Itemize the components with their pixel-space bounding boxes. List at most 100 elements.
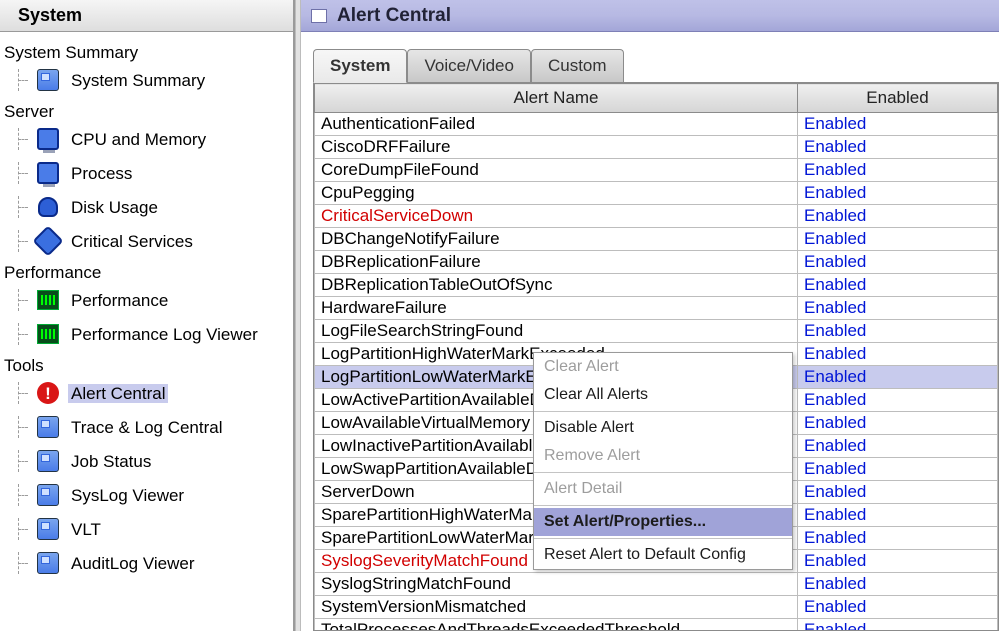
alert-enabled-cell[interactable]: Enabled: [798, 550, 998, 573]
main-panel: Alert Central SystemVoice/VideoCustom Al…: [301, 0, 999, 631]
alert-enabled-cell[interactable]: Enabled: [798, 136, 998, 159]
enabled-link[interactable]: Enabled: [804, 160, 866, 179]
alert-enabled-cell[interactable]: Enabled: [798, 458, 998, 481]
tab-custom[interactable]: Custom: [531, 49, 624, 82]
alert-name-cell: DBReplicationFailure: [315, 251, 798, 274]
srvstack-icon: [34, 550, 62, 576]
enabled-link[interactable]: Enabled: [804, 206, 866, 225]
table-row[interactable]: CoreDumpFileFoundEnabled: [315, 159, 998, 182]
tree-item-trace-log-central[interactable]: Trace & Log Central: [2, 410, 291, 444]
table-row[interactable]: CiscoDRFFailureEnabled: [315, 136, 998, 159]
table-row[interactable]: DBReplicationFailure Enabled: [315, 251, 998, 274]
enabled-link[interactable]: Enabled: [804, 436, 866, 455]
enabled-link[interactable]: Enabled: [804, 459, 866, 478]
enabled-link[interactable]: Enabled: [804, 620, 866, 631]
table-row[interactable]: TotalProcessesAndThreadsExceededThreshol…: [315, 619, 998, 631]
table-row[interactable]: HardwareFailureEnabled: [315, 297, 998, 320]
context-menu-item[interactable]: Set Alert/Properties...: [534, 508, 792, 536]
table-row[interactable]: SystemVersionMismatchedEnabled: [315, 596, 998, 619]
enabled-link[interactable]: Enabled: [804, 528, 866, 547]
col-header-enabled[interactable]: Enabled: [798, 84, 998, 113]
tree-item-vlt[interactable]: VLT: [2, 512, 291, 546]
context-menu-item[interactable]: Clear All Alerts: [534, 381, 792, 409]
table-row[interactable]: CpuPeggingEnabled: [315, 182, 998, 205]
table-row[interactable]: DBChangeNotifyFailureEnabled: [315, 228, 998, 251]
enabled-link[interactable]: Enabled: [804, 321, 866, 340]
alert-enabled-cell[interactable]: Enabled: [798, 412, 998, 435]
enabled-link[interactable]: Enabled: [804, 298, 866, 317]
tab-system[interactable]: System: [313, 49, 407, 83]
alert-enabled-cell[interactable]: Enabled: [798, 297, 998, 320]
alert-enabled-cell[interactable]: Enabled: [798, 366, 998, 389]
alert-enabled-cell[interactable]: Enabled: [798, 435, 998, 458]
alert-enabled-cell[interactable]: Enabled: [798, 573, 998, 596]
tree-item-disk-usage[interactable]: Disk Usage: [2, 190, 291, 224]
alert-enabled-cell[interactable]: Enabled: [798, 596, 998, 619]
enabled-link[interactable]: Enabled: [804, 344, 866, 363]
enabled-link[interactable]: Enabled: [804, 574, 866, 593]
enabled-link[interactable]: Enabled: [804, 183, 866, 202]
enabled-link[interactable]: Enabled: [804, 229, 866, 248]
enabled-link[interactable]: Enabled: [804, 390, 866, 409]
enabled-link[interactable]: Enabled: [804, 252, 866, 271]
tree-item-performance[interactable]: Performance: [2, 283, 291, 317]
alert-name-cell: CriticalServiceDown: [315, 205, 798, 228]
enabled-link[interactable]: Enabled: [804, 275, 866, 294]
alert-enabled-cell[interactable]: Enabled: [798, 389, 998, 412]
srvstack-icon: [34, 67, 62, 93]
alert-enabled-cell[interactable]: Enabled: [798, 274, 998, 297]
tree-item-job-status[interactable]: Job Status: [2, 444, 291, 478]
tree-group-label[interactable]: Performance: [2, 258, 291, 283]
tree-item-critical-services[interactable]: Critical Services: [2, 224, 291, 258]
tree-item-process[interactable]: Process: [2, 156, 291, 190]
tree-group-label[interactable]: System Summary: [2, 38, 291, 63]
alert-enabled-cell[interactable]: Enabled: [798, 205, 998, 228]
context-menu-item[interactable]: Reset Alert to Default Config: [534, 541, 792, 569]
col-header-name[interactable]: Alert Name: [315, 84, 798, 113]
alert-enabled-cell[interactable]: Enabled: [798, 159, 998, 182]
context-menu-item: Remove Alert: [534, 442, 792, 470]
enabled-link[interactable]: Enabled: [804, 367, 866, 386]
alert-enabled-cell[interactable]: Enabled: [798, 251, 998, 274]
tree-branch-icon: [8, 323, 34, 345]
tree-group-label[interactable]: Tools: [2, 351, 291, 376]
tab-voice-video[interactable]: Voice/Video: [407, 49, 530, 82]
enabled-link[interactable]: Enabled: [804, 551, 866, 570]
enabled-link[interactable]: Enabled: [804, 482, 866, 501]
sidebar: System System SummarySystem SummaryServe…: [0, 0, 295, 631]
table-row[interactable]: LogFileSearchStringFoundEnabled: [315, 320, 998, 343]
tree-item-label: Critical Services: [68, 232, 196, 251]
tree-item-cpu-memory[interactable]: CPU and Memory: [2, 122, 291, 156]
alert-enabled-cell[interactable]: Enabled: [798, 113, 998, 136]
table-row[interactable]: CriticalServiceDown Enabled: [315, 205, 998, 228]
enabled-link[interactable]: Enabled: [804, 137, 866, 156]
context-menu-item[interactable]: Disable Alert: [534, 414, 792, 442]
tree-item-label: Performance: [68, 291, 171, 310]
alert-enabled-cell[interactable]: Enabled: [798, 481, 998, 504]
tree-item-label: SysLog Viewer: [68, 486, 187, 505]
table-row[interactable]: AuthenticationFailedEnabled: [315, 113, 998, 136]
tree-group-label[interactable]: Server: [2, 97, 291, 122]
alert-enabled-cell[interactable]: Enabled: [798, 504, 998, 527]
alert-enabled-cell[interactable]: Enabled: [798, 182, 998, 205]
page-title: Alert Central: [337, 5, 451, 27]
tree-item-perf-log-viewer[interactable]: Performance Log Viewer: [2, 317, 291, 351]
tree-item-syslog-viewer[interactable]: SysLog Viewer: [2, 478, 291, 512]
enabled-link[interactable]: Enabled: [804, 597, 866, 616]
alert-enabled-cell[interactable]: Enabled: [798, 343, 998, 366]
enabled-link[interactable]: Enabled: [804, 114, 866, 133]
alert-enabled-cell[interactable]: Enabled: [798, 619, 998, 631]
table-row[interactable]: SyslogStringMatchFoundEnabled: [315, 573, 998, 596]
tree-item-auditlog-viewer[interactable]: AuditLog Viewer: [2, 546, 291, 580]
alert-enabled-cell[interactable]: Enabled: [798, 527, 998, 550]
tree-branch-icon: [8, 552, 34, 574]
alert-enabled-cell[interactable]: Enabled: [798, 320, 998, 343]
alert-enabled-cell[interactable]: Enabled: [798, 228, 998, 251]
tree-item-system-summary[interactable]: System Summary: [2, 63, 291, 97]
tree-branch-icon: [8, 518, 34, 540]
enabled-link[interactable]: Enabled: [804, 505, 866, 524]
tree-item-label: System Summary: [68, 71, 208, 90]
tree-item-alert-central[interactable]: !Alert Central: [2, 376, 291, 410]
table-row[interactable]: DBReplicationTableOutOfSyncEnabled: [315, 274, 998, 297]
enabled-link[interactable]: Enabled: [804, 413, 866, 432]
